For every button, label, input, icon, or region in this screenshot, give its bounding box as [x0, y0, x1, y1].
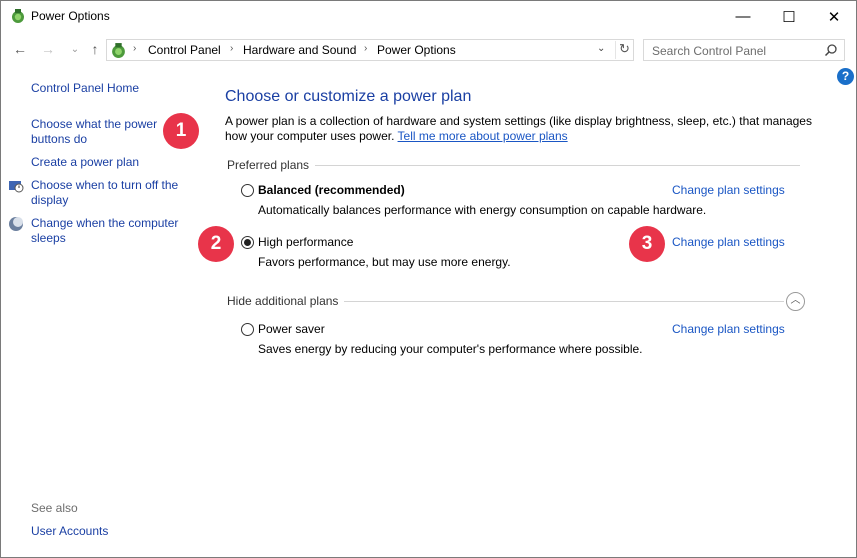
page-title: Choose or customize a power plan: [225, 88, 472, 105]
forward-button[interactable]: →: [38, 40, 58, 58]
address-dropdown-icon[interactable]: ⌄: [597, 43, 605, 54]
breadcrumb-power-options[interactable]: Power Options: [377, 43, 456, 57]
breadcrumb-separator[interactable]: ›: [364, 43, 367, 54]
recent-locations-button[interactable]: ⌄: [65, 40, 85, 58]
power-saver-change-settings-link[interactable]: Change plan settings: [672, 322, 785, 336]
hide-additional-plans-label[interactable]: Hide additional plans: [227, 294, 345, 308]
high-performance-plan-name[interactable]: High performance: [258, 235, 353, 249]
search-icon[interactable]: [824, 43, 838, 57]
search-box[interactable]: Search Control Panel: [643, 39, 845, 61]
create-power-plan-link[interactable]: Create a power plan: [31, 155, 191, 170]
user-accounts-link[interactable]: User Accounts: [31, 524, 108, 538]
power-saver-radio[interactable]: [241, 323, 254, 336]
balanced-change-settings-link[interactable]: Change plan settings: [672, 183, 785, 197]
maximize-button[interactable]: ☐: [766, 1, 812, 32]
collapse-chevron-icon[interactable]: ︿: [786, 292, 805, 311]
sleep-moon-icon: [9, 217, 23, 231]
power-options-app-icon: [12, 9, 24, 23]
high-performance-radio[interactable]: [241, 236, 254, 249]
address-bar[interactable]: › Control Panel › Hardware and Sound › P…: [106, 39, 634, 61]
search-input[interactable]: Search Control Panel: [652, 44, 766, 58]
refresh-icon[interactable]: ↻: [615, 41, 633, 59]
power-saver-plan-name[interactable]: Power saver: [258, 322, 325, 336]
control-panel-home-link[interactable]: Control Panel Home: [31, 81, 191, 96]
preferred-plans-label: Preferred plans: [227, 158, 316, 172]
power-options-window: Power Options — ☐ ✕ ← → ⌄ ↑ › Control Pa…: [0, 0, 857, 558]
up-button[interactable]: ↑: [85, 40, 105, 58]
intro-paragraph: A power plan is a collection of hardware…: [225, 114, 815, 144]
breadcrumb-hardware-and-sound[interactable]: Hardware and Sound: [243, 43, 356, 57]
choose-power-buttons-link[interactable]: Choose what the power buttons do: [31, 117, 166, 147]
balanced-plan-name[interactable]: Balanced (recommended): [258, 183, 405, 197]
high-performance-change-settings-link[interactable]: Change plan settings: [672, 235, 785, 249]
balanced-plan-description: Automatically balances performance with …: [258, 203, 707, 217]
breadcrumb-control-panel[interactable]: Control Panel: [148, 43, 221, 57]
window-title: Power Options: [31, 9, 110, 23]
navigation-bar: ← → ⌄ ↑ › Control Panel › Hardware and S…: [1, 32, 856, 66]
breadcrumb-separator: ›: [133, 43, 137, 54]
help-icon[interactable]: ?: [837, 68, 854, 85]
computer-sleeps-link[interactable]: Change when the computer sleeps: [31, 216, 191, 246]
display-schedule-icon: [9, 181, 24, 193]
callout-badge-3: 3: [629, 226, 665, 262]
back-button[interactable]: ←: [10, 40, 30, 58]
breadcrumb-separator[interactable]: ›: [230, 43, 233, 54]
high-performance-plan-description: Favors performance, but may use more ene…: [258, 255, 511, 269]
learn-more-link[interactable]: Tell me more about power plans: [398, 129, 568, 143]
see-also-label: See also: [31, 501, 78, 515]
minimize-button[interactable]: —: [720, 1, 766, 32]
callout-badge-1: 1: [163, 113, 199, 149]
power-saver-plan-description: Saves energy by reducing your computer's…: [258, 342, 643, 356]
callout-badge-2: 2: [198, 226, 234, 262]
title-bar: Power Options — ☐ ✕: [1, 1, 856, 32]
control-panel-icon: [112, 43, 125, 58]
balanced-radio[interactable]: [241, 184, 254, 197]
close-button[interactable]: ✕: [811, 1, 857, 32]
turn-off-display-link[interactable]: Choose when to turn off the display: [31, 178, 191, 208]
